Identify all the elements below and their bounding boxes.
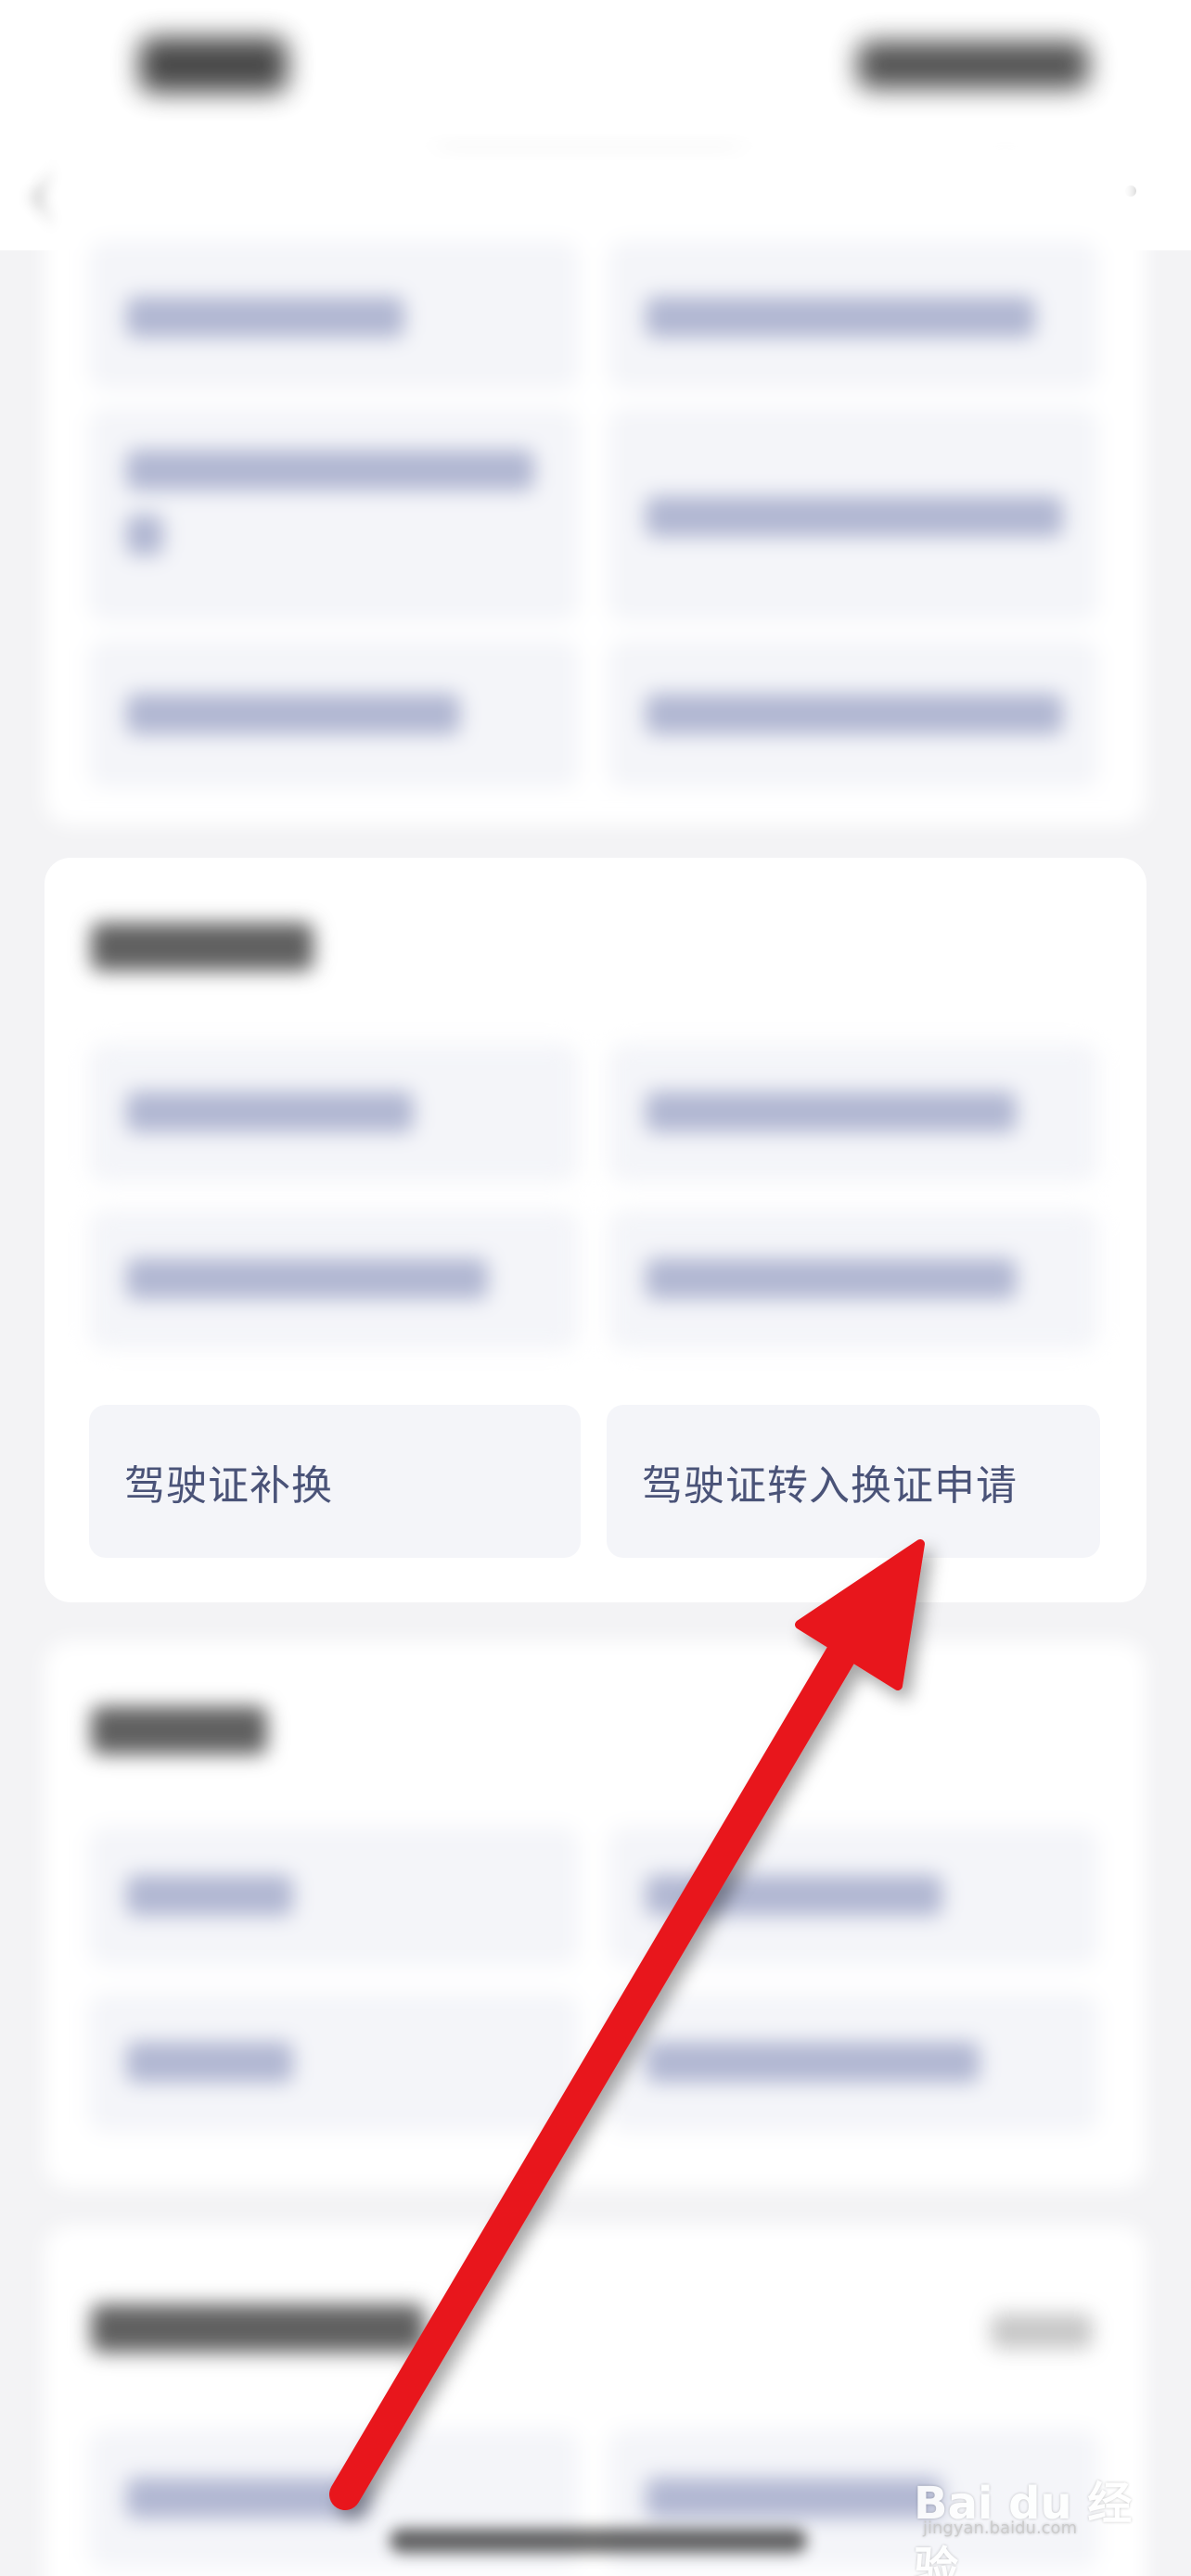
section-title (91, 923, 314, 971)
home-indicator (390, 2529, 807, 2553)
service-item[interactable] (608, 1994, 1098, 2133)
license-transfer-exchange-label: 驾驶证转入换证申请 (642, 1461, 1018, 1510)
section-title (91, 1706, 267, 1754)
service-item[interactable] (608, 1827, 1098, 1966)
service-item[interactable] (89, 241, 579, 389)
card-2-blurred-area (45, 858, 1146, 1368)
service-item[interactable] (608, 1043, 1098, 1182)
service-item[interactable] (89, 408, 579, 621)
service-card-1 (45, 139, 1146, 825)
service-item[interactable] (89, 1210, 579, 1349)
service-item[interactable] (89, 1043, 579, 1182)
service-item[interactable] (89, 1994, 579, 2133)
license-replacement-item[interactable]: 驾驶证补换 (89, 1405, 581, 1558)
service-item[interactable] (89, 1827, 579, 1966)
service-item[interactable] (608, 241, 1098, 389)
status-bar (0, 0, 1191, 139)
section-title (91, 2304, 425, 2353)
app-screen: 驾驶证补换 驾驶证转入换证申请 Bai du 经验 jingyan.baidu.… (0, 0, 1191, 2576)
more-link[interactable] (991, 2314, 1093, 2349)
baidu-jingyan-watermark: Bai du 经验 jingyan.baidu.com (914, 2467, 1164, 2576)
service-item[interactable] (608, 408, 1098, 621)
service-item[interactable] (608, 640, 1098, 788)
status-icons (857, 41, 1089, 89)
service-card-2: 驾驶证补换 驾驶证转入换证申请 (45, 858, 1146, 1602)
watermark-subtext: jingyan.baidu.com (923, 2519, 1078, 2538)
license-transfer-exchange-item[interactable]: 驾驶证转入换证申请 (607, 1405, 1100, 1558)
status-time (139, 37, 288, 93)
service-item[interactable] (608, 1210, 1098, 1349)
license-replacement-label: 驾驶证补换 (124, 1461, 333, 1510)
service-card-3 (45, 1641, 1146, 2188)
service-item[interactable] (89, 640, 579, 788)
